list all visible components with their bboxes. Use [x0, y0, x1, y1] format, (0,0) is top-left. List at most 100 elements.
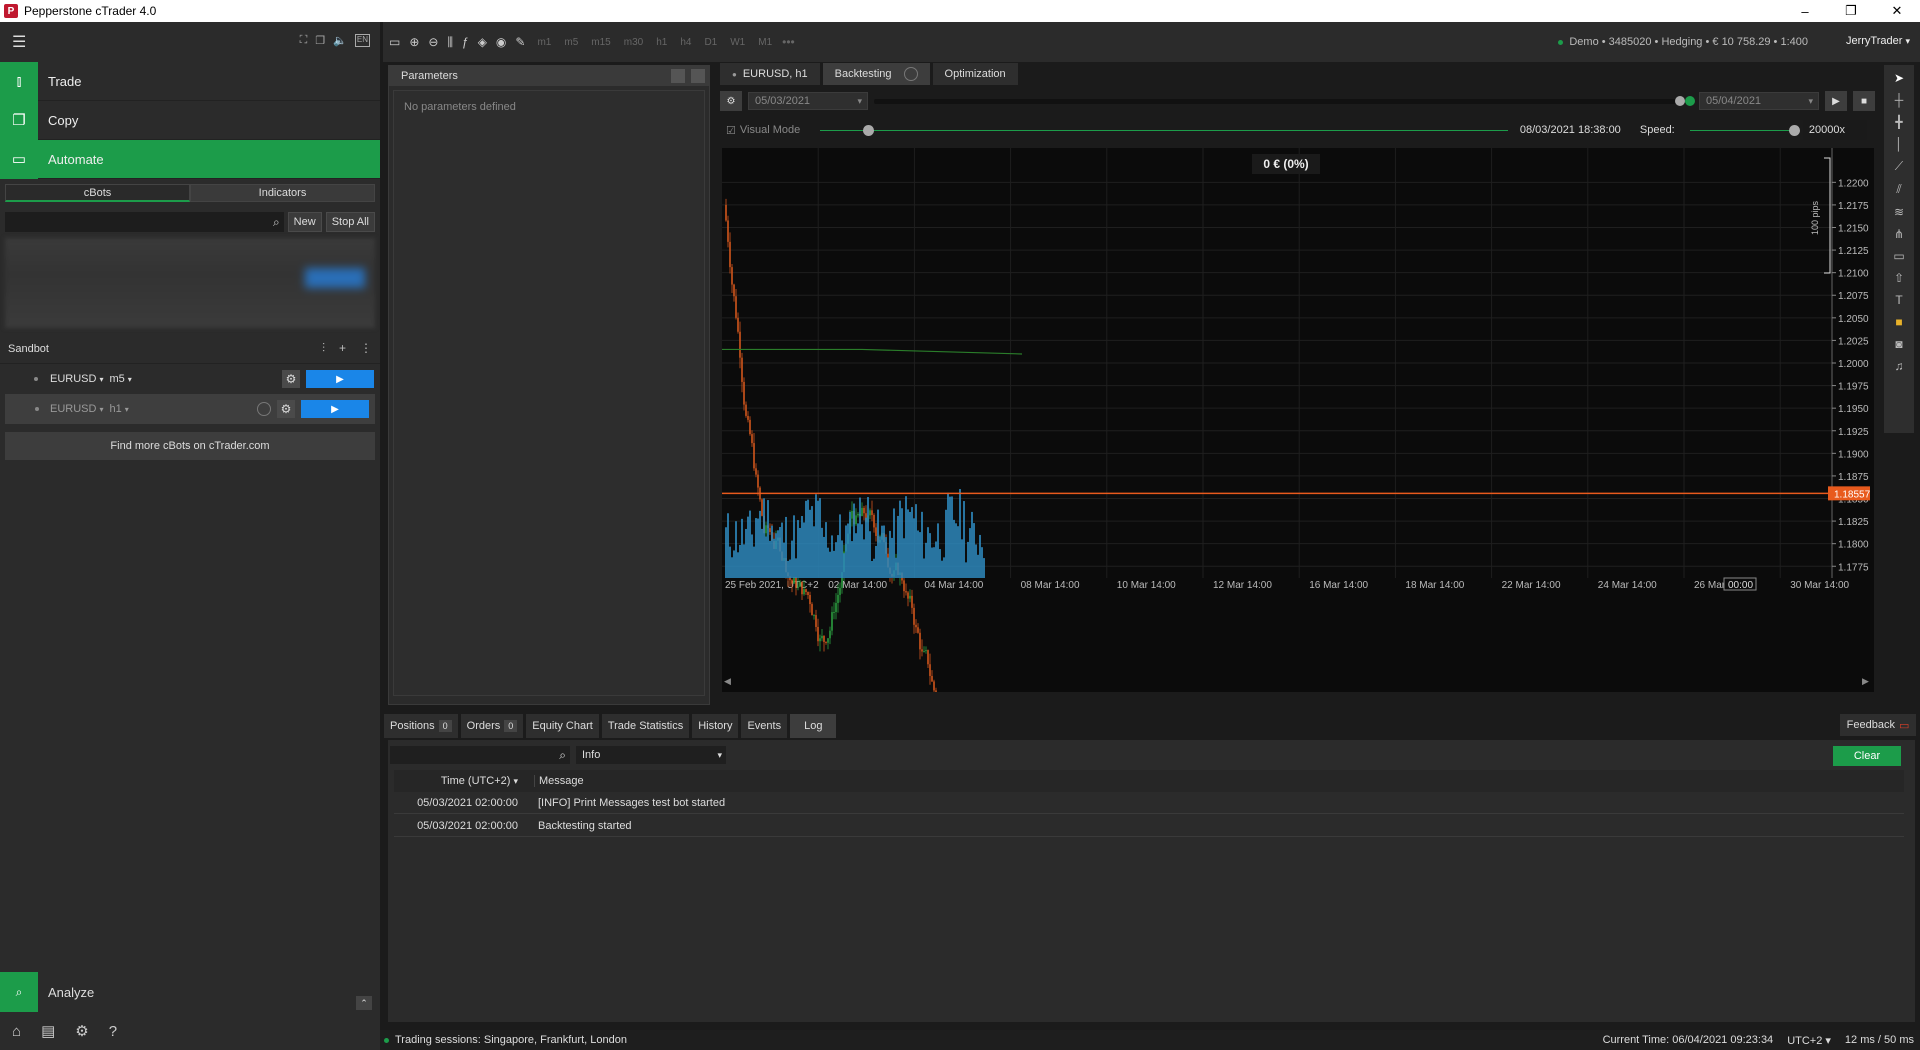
find-more-cbots-link[interactable]: Find more cBots on cTrader.com	[5, 432, 375, 460]
gear-icon[interactable]: ⚙	[282, 370, 300, 388]
tab-equity-chart[interactable]: Equity Chart	[526, 714, 599, 738]
new-cbot-button[interactable]: New	[287, 212, 322, 232]
timeframe-m1[interactable]: m1	[537, 37, 551, 48]
vertical-line-icon[interactable]: │	[1895, 137, 1903, 151]
range-end-handle[interactable]	[1685, 95, 1695, 106]
zoom-in-icon[interactable]: ⊕	[409, 35, 419, 50]
tab-events[interactable]: Events	[741, 714, 788, 738]
speed-handle[interactable]	[1788, 124, 1800, 136]
tab-log[interactable]: Log	[790, 714, 837, 738]
stats-icon[interactable]: ⫶	[322, 341, 325, 356]
play-button[interactable]: ▶	[306, 370, 374, 388]
store-icon[interactable]: ⌂	[12, 1023, 21, 1040]
timeframe-h1[interactable]: h1	[656, 37, 667, 48]
tab-optimization[interactable]: Optimization	[932, 63, 1018, 85]
timeframe-W1[interactable]: W1	[730, 37, 745, 48]
cbot-instance[interactable]: EURUSD ▾ m5 ▾ ⚙ ▶	[0, 364, 380, 394]
close-button[interactable]: ✕	[1874, 0, 1920, 22]
layout-icon[interactable]: ▭	[389, 35, 400, 50]
camera-icon[interactable]: ◙	[1895, 337, 1902, 351]
crosshair-icon[interactable]: ┼	[1895, 93, 1904, 107]
timeframe-m30[interactable]: m30	[624, 37, 643, 48]
arrow-icon[interactable]: ⇧	[1894, 271, 1904, 285]
templates-icon[interactable]: ✎	[515, 35, 525, 50]
tab-orders[interactable]: Orders 0	[460, 714, 524, 738]
cbot-search-input[interactable]: ⌕	[5, 212, 284, 232]
indicators-icon[interactable]: ƒ	[462, 35, 469, 50]
cbot-instance-selected[interactable]: EURUSD ▾ h1 ▾ ⚙ ▶	[5, 394, 375, 424]
nav-analyze[interactable]: ⌕ Analyze ⌃	[0, 972, 380, 1012]
end-date-picker[interactable]: 05/04/2021	[1699, 92, 1819, 110]
settings-icon[interactable]: ⚙	[75, 1022, 88, 1040]
hamburger-menu-icon[interactable]: ☰	[12, 32, 26, 52]
log-row[interactable]: 05/03/2021 02:00:00 [INFO] Print Message…	[394, 792, 1904, 814]
alert-bell-icon[interactable]: ♫	[1895, 359, 1904, 373]
progress-handle[interactable]	[863, 124, 875, 136]
tab-indicators[interactable]: Indicators	[190, 184, 375, 202]
instance-symbol[interactable]: EURUSD	[50, 373, 96, 385]
nav-trade[interactable]: ⫾ Trade	[0, 61, 380, 101]
log-row[interactable]: 05/03/2021 02:00:00 Backtesting started	[394, 815, 1904, 837]
instance-symbol[interactable]: EURUSD	[50, 403, 96, 415]
news-icon[interactable]: ▤	[41, 1022, 55, 1040]
gear-icon[interactable]: ⚙	[277, 400, 295, 418]
log-level-select[interactable]: Info	[576, 746, 726, 764]
timeframe-h4[interactable]: h4	[680, 37, 691, 48]
tab-backtesting[interactable]: Backtesting	[822, 63, 930, 85]
log-search-input[interactable]: ⌕	[390, 746, 570, 764]
chart-type-icon[interactable]: ⫼	[447, 35, 453, 50]
settings-icon[interactable]: ⚙	[720, 91, 742, 111]
layers-icon[interactable]: ◈	[478, 35, 487, 50]
play-button[interactable]: ▶	[301, 400, 369, 418]
timeframe-m5[interactable]: m5	[564, 37, 578, 48]
sound-icon[interactable]: 🔈	[333, 34, 347, 47]
timeframe-m15[interactable]: m15	[591, 37, 610, 48]
cbot-group-header[interactable]: Sandbot ⫶ + ⋮	[0, 334, 380, 364]
pause-icon[interactable]	[903, 67, 918, 81]
add-instance-icon[interactable]: +	[339, 341, 346, 356]
nav-copy[interactable]: ❐ Copy	[0, 100, 380, 140]
trend-line-icon[interactable]: ⟋	[1895, 159, 1903, 174]
account-info[interactable]: Demo • 3485020 • Hedging • € 10 758.29 •…	[1558, 36, 1808, 48]
price-chart[interactable]: 1.2200 1.2175 1.2150 1.2125 1.2100 1.2075 1.20…	[722, 148, 1874, 692]
language-icon[interactable]: EN	[354, 34, 370, 47]
clear-log-button[interactable]: Clear	[1833, 746, 1901, 766]
message-column-header[interactable]: Message	[534, 775, 584, 787]
scroll-left-icon[interactable]: ◀	[724, 676, 731, 686]
text-icon[interactable]: T	[1895, 293, 1902, 307]
chart-canvas[interactable]: 1.2200 1.2175 1.2150 1.2125 1.2100 1.2075 1.20…	[722, 148, 1874, 692]
minimize-panel-icon[interactable]	[671, 69, 685, 83]
tab-cbots[interactable]: cBots	[5, 184, 190, 202]
stop-icon[interactable]: ■	[1853, 91, 1875, 111]
progress-slider[interactable]	[819, 124, 1508, 136]
time-column-header[interactable]: Time (UTC+2) ▾	[394, 775, 524, 787]
more-icon[interactable]: •••	[782, 35, 795, 49]
rectangle-icon[interactable]: ▭	[1893, 249, 1904, 263]
note-icon[interactable]: ■	[1895, 315, 1902, 329]
nav-automate[interactable]: ▭ Automate	[0, 139, 380, 179]
tab-history[interactable]: History	[692, 714, 739, 738]
visual-mode-checkbox[interactable]: ☑	[726, 124, 736, 137]
chevron-up-icon[interactable]: ⌃	[356, 996, 372, 1010]
speed-select[interactable]: 20000x	[1802, 120, 1867, 140]
help-icon[interactable]: ?	[109, 1023, 117, 1040]
save-icon[interactable]	[691, 69, 705, 83]
tab-positions[interactable]: Positions 0	[384, 714, 458, 738]
detach-icon[interactable]: ❐	[315, 34, 325, 47]
feedback-button[interactable]: Feedback ▭	[1840, 714, 1916, 736]
range-start-handle[interactable]	[1675, 95, 1685, 106]
fullscreen-icon[interactable]: ⛶	[300, 34, 308, 47]
tab-chart[interactable]: ● EURUSD, h1	[720, 63, 820, 85]
zoom-out-icon[interactable]: ⊖	[428, 35, 438, 50]
horizontal-line-icon[interactable]: ╋	[1895, 115, 1902, 129]
stop-all-button[interactable]: Stop All	[325, 212, 375, 232]
timeframe-D1[interactable]: D1	[704, 37, 717, 48]
channel-icon[interactable]: ⫽	[1896, 182, 1901, 197]
play-icon[interactable]: ▶	[1825, 91, 1847, 111]
speed-slider[interactable]	[1689, 124, 1800, 136]
backtest-range-slider[interactable]	[874, 95, 1695, 106]
eye-icon[interactable]: ◉	[496, 35, 506, 50]
user-menu[interactable]: JerryTrader ▾	[1846, 35, 1910, 47]
tab-trade-statistics[interactable]: Trade Statistics	[601, 714, 690, 738]
start-date-picker[interactable]: 05/03/2021	[748, 92, 868, 110]
